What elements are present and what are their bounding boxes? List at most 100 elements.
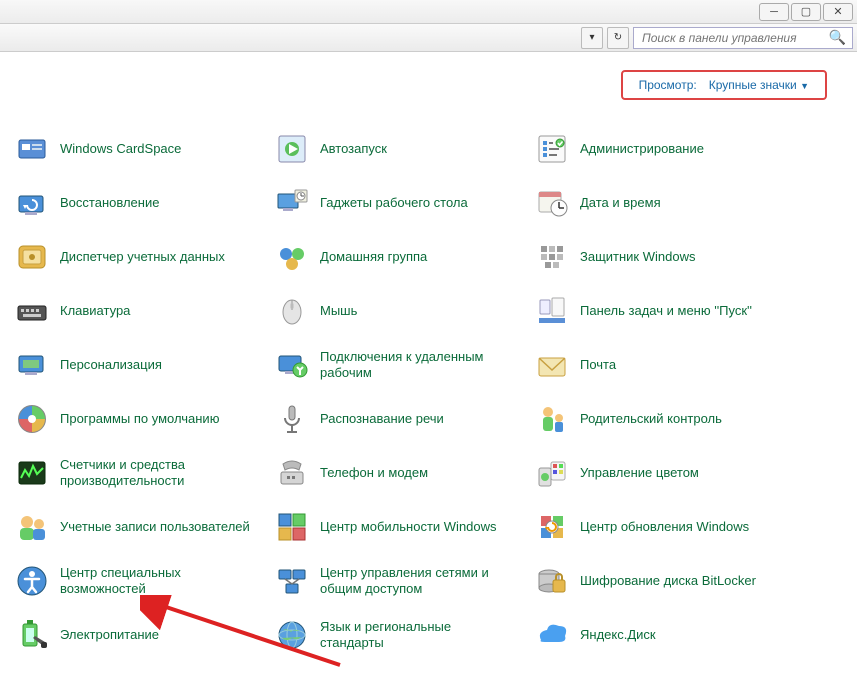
item-label: Распознавание речи bbox=[320, 411, 444, 427]
item-label: Гаджеты рабочего стола bbox=[320, 195, 468, 211]
item-remote-desktop[interactable]: Подключения к удаленным рабочим bbox=[270, 344, 530, 386]
item-label: Персонализация bbox=[60, 357, 162, 373]
parental-icon bbox=[534, 401, 570, 437]
network-icon bbox=[274, 563, 310, 599]
item-speech[interactable]: Распознавание речи bbox=[270, 398, 530, 440]
item-performance[interactable]: Счетчики и средства производительности bbox=[10, 452, 270, 494]
item-autoplay[interactable]: Автозапуск bbox=[270, 128, 530, 170]
item-color[interactable]: Управление цветом bbox=[530, 452, 790, 494]
refresh-button[interactable]: ↻ bbox=[607, 27, 629, 49]
search-icon[interactable]: 🔍 bbox=[829, 29, 846, 46]
item-label: Мышь bbox=[320, 303, 357, 319]
item-phone-modem[interactable]: Телефон и модем bbox=[270, 452, 530, 494]
homegroup-icon bbox=[274, 239, 310, 275]
item-label: Центр управления сетями и общим доступом bbox=[320, 565, 510, 598]
item-yandex-disk[interactable]: Яндекс.Диск bbox=[530, 614, 790, 656]
credential-icon bbox=[14, 239, 50, 275]
item-label: Домашняя группа bbox=[320, 249, 427, 265]
item-label: Язык и региональные стандарты bbox=[320, 619, 510, 652]
view-mode-dropdown[interactable]: Крупные значки ▼ bbox=[709, 78, 809, 92]
item-bitlocker[interactable]: Шифрование диска BitLocker bbox=[530, 560, 790, 602]
accessibility-icon bbox=[14, 563, 50, 599]
keyboard-icon bbox=[14, 293, 50, 329]
item-parental[interactable]: Родительский контроль bbox=[530, 398, 790, 440]
item-ease-of-access[interactable]: Центр специальных возможностей bbox=[10, 560, 270, 602]
item-label: Автозапуск bbox=[320, 141, 387, 157]
item-label: Подключения к удаленным рабочим bbox=[320, 349, 510, 382]
maximize-button[interactable]: ▢ bbox=[791, 3, 821, 21]
cardspace-icon bbox=[14, 131, 50, 167]
toolbar-dropdown-button[interactable]: ▾ bbox=[581, 27, 603, 49]
view-selector-highlight: Просмотр: Крупные значки ▼ bbox=[621, 70, 827, 100]
phone-icon bbox=[274, 455, 310, 491]
item-label: Электропитание bbox=[60, 627, 159, 643]
item-recovery[interactable]: Восстановление bbox=[10, 182, 270, 224]
chevron-down-icon: ▼ bbox=[800, 81, 809, 91]
item-gadgets[interactable]: Гаджеты рабочего стола bbox=[270, 182, 530, 224]
item-default-programs[interactable]: Программы по умолчанию bbox=[10, 398, 270, 440]
performance-icon bbox=[14, 455, 50, 491]
personalization-icon bbox=[14, 347, 50, 383]
item-personalization[interactable]: Персонализация bbox=[10, 344, 270, 386]
titlebar: ─ ▢ ✕ bbox=[0, 0, 857, 24]
item-region-language[interactable]: Язык и региональные стандарты bbox=[270, 614, 530, 656]
globe-icon bbox=[274, 617, 310, 653]
item-label: Родительский контроль bbox=[580, 411, 722, 427]
close-button[interactable]: ✕ bbox=[823, 3, 853, 21]
toolbar: ▾ ↻ 🔍 bbox=[0, 24, 857, 52]
remote-icon bbox=[274, 347, 310, 383]
default-programs-icon bbox=[14, 401, 50, 437]
item-label: Восстановление bbox=[60, 195, 159, 211]
item-label: Windows CardSpace bbox=[60, 141, 181, 157]
admin-tools-icon bbox=[534, 131, 570, 167]
item-mobility-center[interactable]: Центр мобильности Windows bbox=[270, 506, 530, 548]
search-box[interactable]: 🔍 bbox=[633, 27, 853, 49]
item-label: Дата и время bbox=[580, 195, 661, 211]
update-icon bbox=[534, 509, 570, 545]
item-admin-tools[interactable]: Администрирование bbox=[530, 128, 790, 170]
item-taskbar[interactable]: Панель задач и меню ''Пуск'' bbox=[530, 290, 790, 332]
bitlocker-icon bbox=[534, 563, 570, 599]
gadgets-icon bbox=[274, 185, 310, 221]
item-cardspace[interactable]: Windows CardSpace bbox=[10, 128, 270, 170]
power-icon bbox=[14, 617, 50, 653]
autoplay-icon bbox=[274, 131, 310, 167]
search-input[interactable] bbox=[640, 30, 829, 46]
item-label: Панель задач и меню ''Пуск'' bbox=[580, 303, 752, 319]
view-label: Просмотр: bbox=[639, 78, 697, 92]
recovery-icon bbox=[14, 185, 50, 221]
minimize-button[interactable]: ─ bbox=[759, 3, 789, 21]
mobility-icon bbox=[274, 509, 310, 545]
item-label: Почта bbox=[580, 357, 616, 373]
item-windows-update[interactable]: Центр обновления Windows bbox=[530, 506, 790, 548]
item-label: Яндекс.Диск bbox=[580, 627, 656, 643]
item-user-accounts[interactable]: Учетные записи пользователей bbox=[10, 506, 270, 548]
mouse-icon bbox=[274, 293, 310, 329]
color-icon bbox=[534, 455, 570, 491]
item-mouse[interactable]: Мышь bbox=[270, 290, 530, 332]
mail-icon bbox=[534, 347, 570, 383]
item-label: Шифрование диска BitLocker bbox=[580, 573, 756, 589]
item-credential-manager[interactable]: Диспетчер учетных данных bbox=[10, 236, 270, 278]
view-bar: Просмотр: Крупные значки ▼ bbox=[0, 52, 857, 108]
item-label: Центр мобильности Windows bbox=[320, 519, 497, 535]
yandex-disk-icon bbox=[534, 617, 570, 653]
item-label: Центр обновления Windows bbox=[580, 519, 749, 535]
item-label: Центр специальных возможностей bbox=[60, 565, 250, 598]
item-label: Администрирование bbox=[580, 141, 704, 157]
item-label: Программы по умолчанию bbox=[60, 411, 219, 427]
clock-icon bbox=[534, 185, 570, 221]
item-label: Телефон и модем bbox=[320, 465, 428, 481]
view-mode-value: Крупные значки bbox=[709, 78, 797, 92]
item-keyboard[interactable]: Клавиатура bbox=[10, 290, 270, 332]
item-label: Диспетчер учетных данных bbox=[60, 249, 225, 265]
item-defender[interactable]: Защитник Windows bbox=[530, 236, 790, 278]
item-date-time[interactable]: Дата и время bbox=[530, 182, 790, 224]
item-network-center[interactable]: Центр управления сетями и общим доступом bbox=[270, 560, 530, 602]
control-panel-grid: Windows CardSpace Автозапуск Администрир… bbox=[0, 108, 857, 666]
taskbar-icon bbox=[534, 293, 570, 329]
item-mail[interactable]: Почта bbox=[530, 344, 790, 386]
item-label: Счетчики и средства производительности bbox=[60, 457, 250, 490]
item-power[interactable]: Электропитание bbox=[10, 614, 270, 656]
item-homegroup[interactable]: Домашняя группа bbox=[270, 236, 530, 278]
